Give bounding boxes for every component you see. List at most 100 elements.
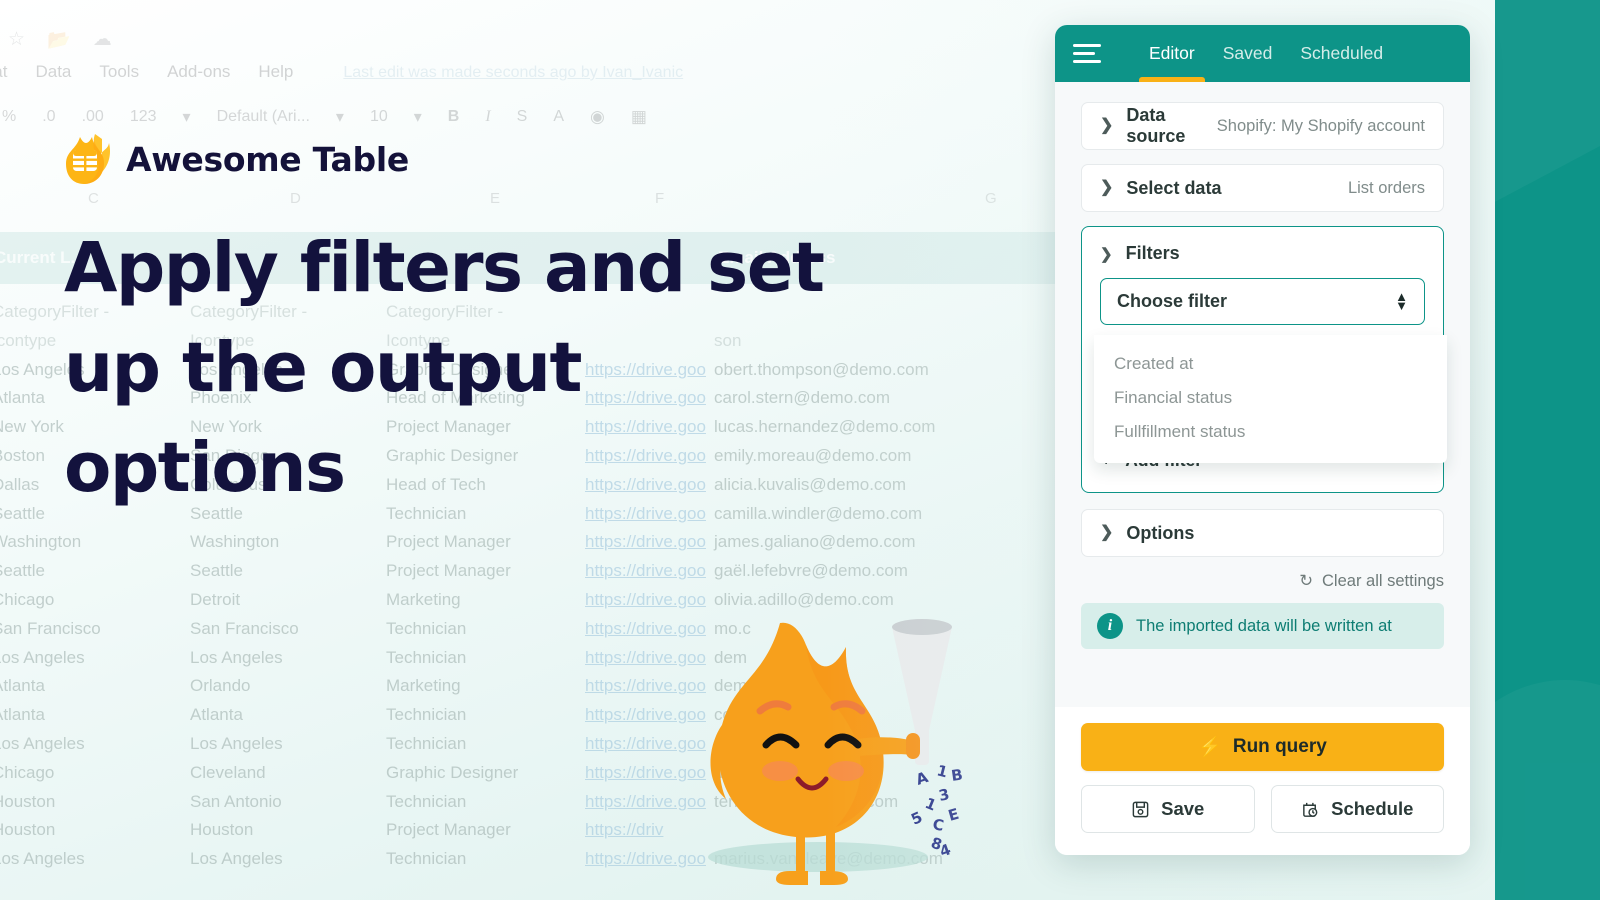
sheet-cell: Los Angeles — [0, 647, 85, 667]
hamburger-icon[interactable] — [1073, 43, 1103, 65]
svg-text:3: 3 — [937, 785, 951, 805]
sheet-menubar: ormat Data Tools Add-ons Help Last edit … — [0, 62, 683, 82]
sheet-cell: Project Manager — [386, 532, 511, 552]
sheet-cell: Chicago — [0, 589, 55, 609]
secondary-button-row: Save Schedule — [1081, 785, 1444, 833]
sheet-cell: Marketing — [386, 589, 461, 609]
sheet-cell: San Francisco — [0, 618, 101, 638]
sheet-cell: Los Angeles — [190, 849, 283, 869]
sheet-cell: Project Manager — [386, 561, 511, 581]
sheet-cell: Washington — [190, 532, 280, 552]
info-icon: i — [1097, 613, 1123, 639]
sheet-cell: San Francisco — [190, 618, 299, 638]
sheet-toolbar: % .0 .00 123 ▾ Default (Ari... ▾ 10 ▾ B … — [2, 107, 647, 127]
svg-text:E: E — [946, 805, 961, 825]
filter-option-created-at[interactable]: Created at — [1094, 347, 1447, 381]
sheet-cell: Los Angeles — [0, 733, 85, 753]
sheet-cell: Technician — [386, 647, 467, 667]
sheet-cell: Technician — [386, 733, 467, 753]
sheet-cell: Los Angeles — [190, 647, 283, 667]
filters-title: Filters — [1125, 243, 1180, 263]
sheet-cell: Project Manager — [386, 820, 511, 840]
chevron-right-icon: ❯ — [1100, 524, 1114, 541]
svg-text:1: 1 — [923, 794, 939, 815]
sheet-cell: Seattle — [190, 561, 243, 581]
tab-editor[interactable]: Editor — [1135, 25, 1209, 82]
sheet-cell: New York — [0, 417, 64, 437]
app-footer-actions: ⚡ Run query Save Schedule — [1055, 707, 1470, 855]
sheet-cell: Chicago — [0, 762, 55, 782]
tab-saved-label: Saved — [1222, 43, 1273, 63]
sheet-cell: https://drive.goo — [585, 532, 706, 552]
run-query-button[interactable]: ⚡ Run query — [1081, 723, 1444, 771]
run-query-label: Run query — [1232, 736, 1327, 757]
column-label-f: F — [655, 190, 665, 207]
band-sheen-top — [1495, 0, 1600, 210]
calendar-clock-icon — [1301, 800, 1320, 819]
column-label-c: C — [88, 190, 99, 207]
menu-item-data: Data — [35, 62, 72, 81]
sheet-cell: Technician — [386, 705, 467, 725]
sheet-cell: Detroit — [190, 589, 241, 609]
filters-header[interactable]: ❯ Filters — [1100, 243, 1425, 264]
sheet-cell: Houston — [0, 820, 56, 840]
column-label-g: G — [985, 190, 997, 207]
sheet-column-labels: C D E F G — [0, 190, 1050, 216]
sheet-cell: gaël.lefebvre@demo.com — [714, 561, 908, 581]
sheet-cell: Atlanta — [0, 705, 45, 725]
tab-scheduled-label: Scheduled — [1300, 43, 1384, 63]
sheet-cell: Los Angeles — [0, 849, 85, 869]
sheet-cell: james.galiano@demo.com — [714, 532, 916, 552]
sheet-cell: https://drive.goo — [585, 561, 706, 581]
tab-scheduled[interactable]: Scheduled — [1286, 25, 1397, 82]
sheet-cell: Orlando — [190, 676, 251, 696]
sheet-cell: Technician — [386, 849, 467, 869]
floppy-disk-icon — [1131, 800, 1150, 819]
flame-mascot-illustration: A 1 B 1 3 5 C E 8 4 — [630, 585, 1000, 885]
teal-side-band — [1495, 0, 1600, 900]
accordion-options[interactable]: ❯ Options — [1081, 509, 1444, 557]
flame-table-logo-icon — [64, 133, 112, 185]
accordion-data-source[interactable]: ❯ Data source Shopify: My Shopify accoun… — [1081, 102, 1444, 150]
svg-text:4: 4 — [937, 840, 953, 860]
number-format-icon: 123 — [129, 108, 157, 125]
folder-move-icon: 📂 — [47, 30, 71, 51]
tab-saved[interactable]: Saved — [1209, 25, 1287, 82]
filter-option-fullfillment-status[interactable]: Fullfillment status — [1094, 415, 1447, 449]
decrease-decimal-icon: .0 — [42, 108, 56, 125]
svg-text:5: 5 — [908, 808, 925, 829]
clear-all-settings-button[interactable]: ↻ Clear all settings — [1081, 571, 1444, 591]
sheet-cell: San Antonio — [190, 791, 282, 811]
chevron-down-icon: ▾ — [413, 109, 422, 126]
awesome-table-logo: Awesome Table — [64, 133, 409, 185]
filter-options-dropdown: Created at Financial status Fullfillment… — [1094, 335, 1447, 463]
font-size-select: 10 — [369, 108, 388, 125]
choose-filter-select[interactable]: Choose filter ▲ ▼ — [1100, 278, 1425, 325]
italic-icon: I — [485, 108, 491, 125]
accordion-select-data[interactable]: ❯ Select data List orders — [1081, 164, 1444, 212]
svg-text:C: C — [931, 815, 945, 835]
schedule-label: Schedule — [1331, 798, 1414, 819]
sheet-cell: Seattle — [0, 503, 45, 523]
svg-text:1: 1 — [935, 761, 949, 781]
sheet-cell: Houston — [0, 791, 56, 811]
sheet-cell: Boston — [0, 445, 45, 465]
chevron-right-icon: ❯ — [1100, 117, 1114, 134]
sheet-cell: Seattle — [0, 561, 45, 581]
text-color-icon: A — [553, 108, 565, 125]
app-header: Editor Saved Scheduled — [1055, 25, 1470, 82]
page-headline: Apply filters and set up the output opti… — [64, 228, 825, 509]
save-button[interactable]: Save — [1081, 785, 1255, 833]
sheet-cell: Technician — [386, 618, 467, 638]
menu-item-help: Help — [258, 62, 294, 81]
band-sheen-bottom — [1495, 680, 1600, 900]
filter-option-financial-status[interactable]: Financial status — [1094, 381, 1447, 415]
filters-section: ❯ Filters Choose filter ▲▼ 🗑 Remove filt… — [1081, 226, 1447, 493]
sheet-cell: Houston — [190, 820, 254, 840]
sheet-cell: Marketing — [386, 676, 461, 696]
accordion-select-data-title: Select data — [1126, 177, 1222, 198]
chevron-right-icon: ❯ — [1100, 179, 1114, 196]
clear-all-settings-label: Clear all settings — [1322, 571, 1444, 590]
awesome-table-app-panel: Editor Saved Scheduled ❯ Data source Sho… — [1055, 25, 1470, 855]
schedule-button[interactable]: Schedule — [1270, 785, 1444, 833]
